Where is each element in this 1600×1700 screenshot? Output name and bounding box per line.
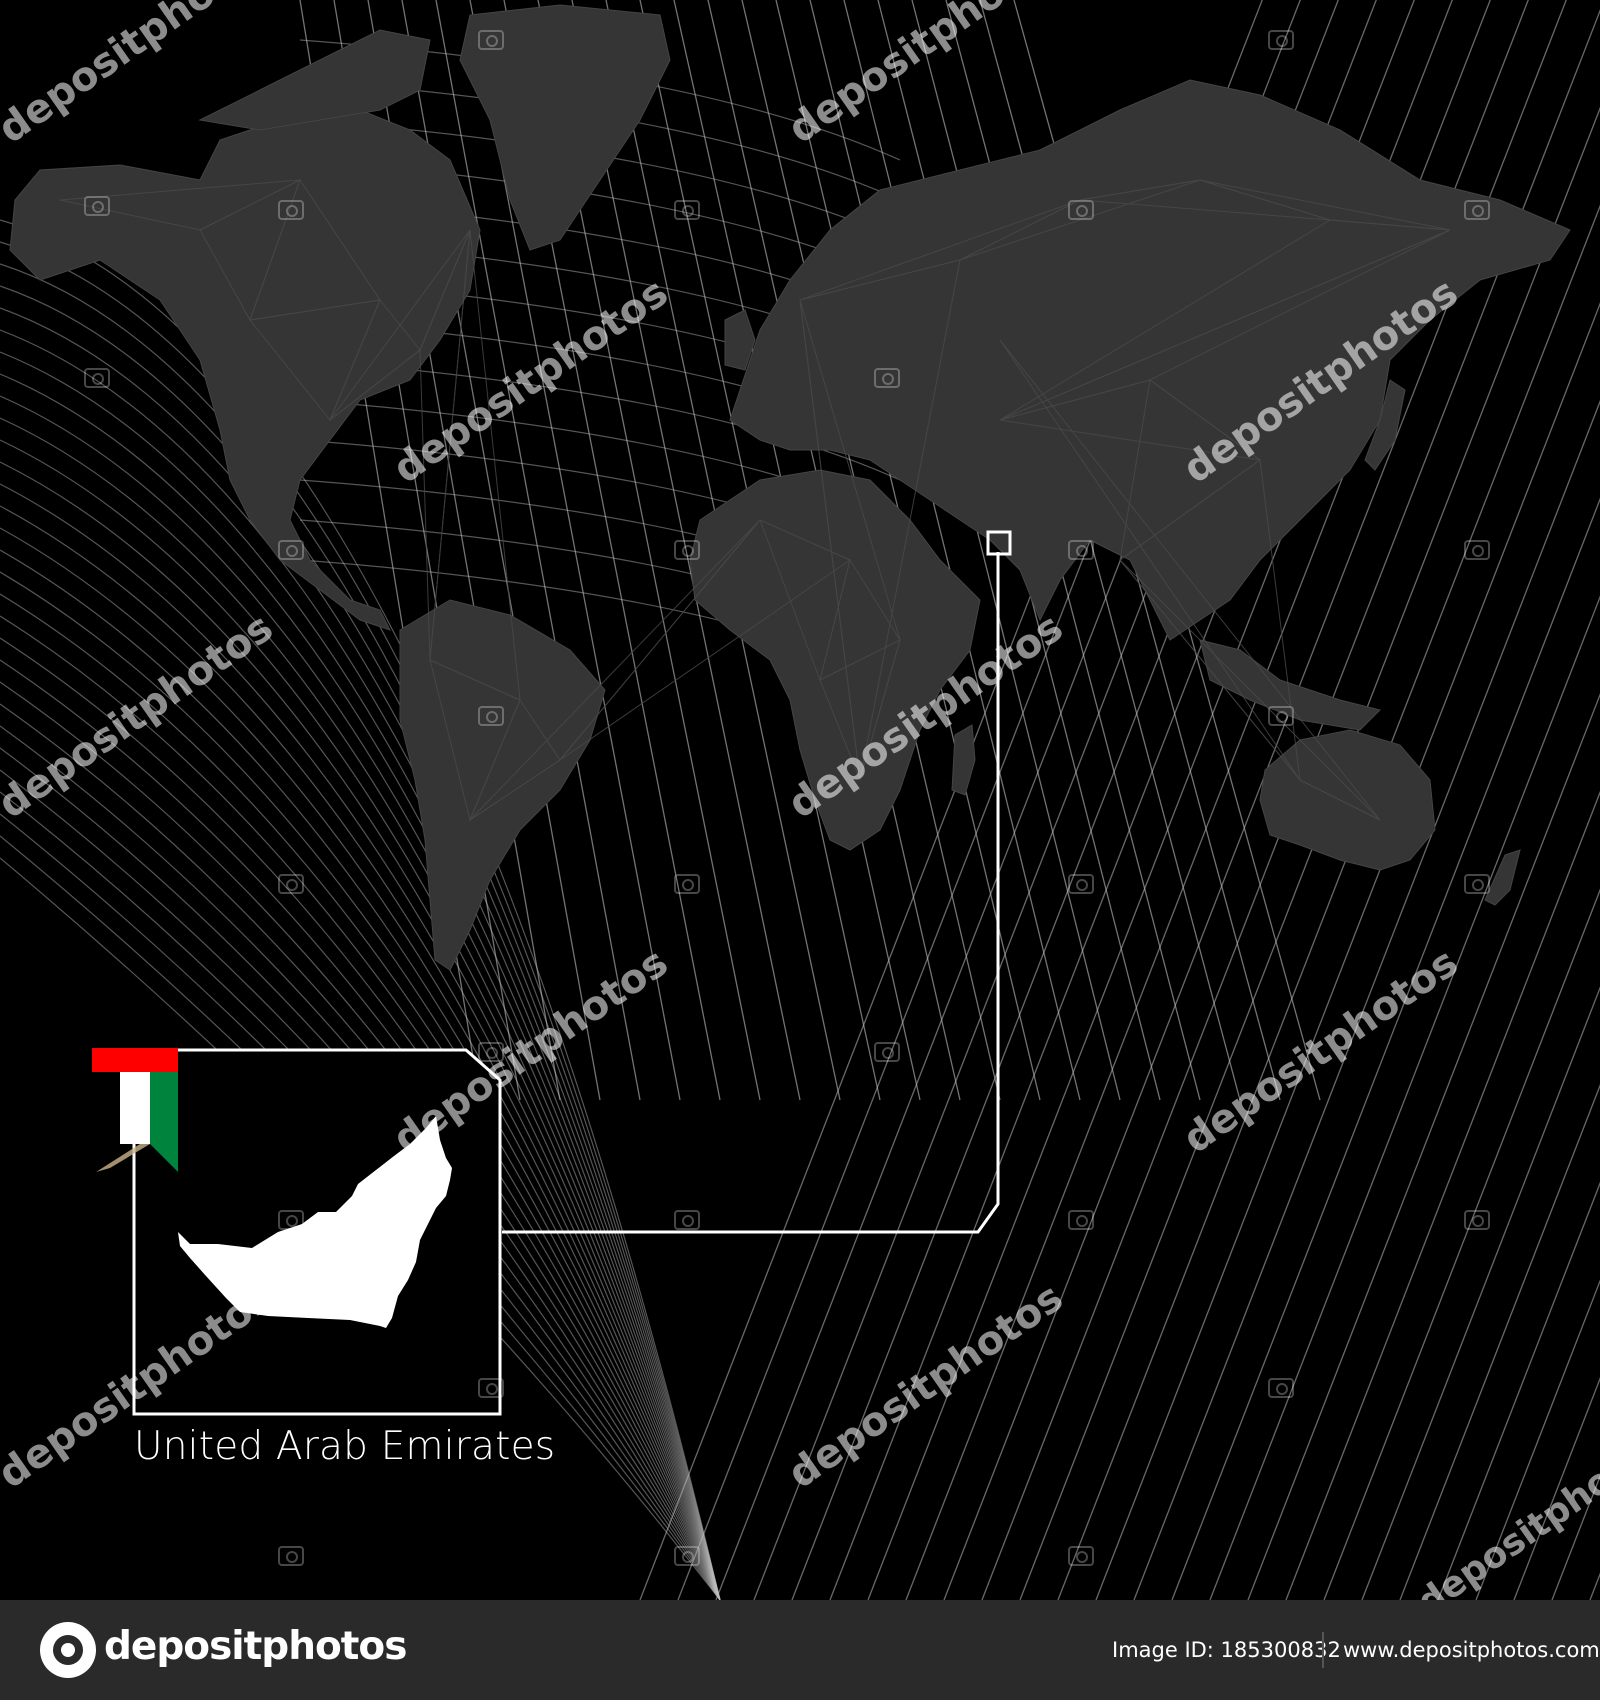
camera-icon [1068,1210,1094,1230]
grid-curve [0,417,721,1600]
site-link[interactable]: www.depositphotos.com [1343,1638,1600,1662]
logo-text[interactable]: depositphotos [104,1624,407,1669]
new-zealand-shape [1484,849,1521,906]
camera-icon [674,1546,700,1566]
australia-shape [1259,729,1436,871]
camera-icon [278,1546,304,1566]
image-id: Image ID: 185300832 [1112,1638,1341,1662]
camera-icon [1068,200,1094,220]
camera-icon [1068,1546,1094,1566]
camera-icon [1464,200,1490,220]
depositphotos-logo-icon[interactable] [40,1622,96,1678]
camera-icon [478,706,504,726]
country-label: United Arab Emirates [134,1424,556,1469]
camera-icon [674,874,700,894]
footer-divider [1322,1632,1324,1668]
camera-icon [674,1210,700,1230]
camera-icon [1268,706,1294,726]
camera-icon [278,1210,304,1230]
camera-icon [278,874,304,894]
africa-shape [689,469,981,851]
camera-icon [478,1378,504,1398]
camera-icon [1464,874,1490,894]
canadian-islands-shape [198,29,431,131]
camera-icon [278,200,304,220]
map-stage: United Arab Emirates depositphotos depos… [0,0,1600,1624]
camera-icon [874,1042,900,1062]
camera-icon [1464,540,1490,560]
camera-icon [1464,1210,1490,1230]
camera-icon [1068,874,1094,894]
camera-icon [478,30,504,50]
camera-icon [478,1042,504,1062]
camera-icon [674,540,700,560]
world-map [0,0,1600,1600]
flag-white-stripe [120,1072,150,1144]
camera-icon [1268,30,1294,50]
madagascar-shape [951,724,976,796]
flag-red-bar [92,1048,178,1072]
camera-icon [84,368,110,388]
facet-triangle [1119,559,1381,821]
camera-icon [874,368,900,388]
footer-bar: depositphotos Image ID: 185300832 www.de… [0,1600,1600,1700]
camera-icon [1268,1378,1294,1398]
camera-icon [1068,540,1094,560]
camera-icon [84,196,110,216]
continents [9,4,1571,971]
grid-line [1589,1572,1600,1600]
camera-icon [278,540,304,560]
camera-icon [674,200,700,220]
